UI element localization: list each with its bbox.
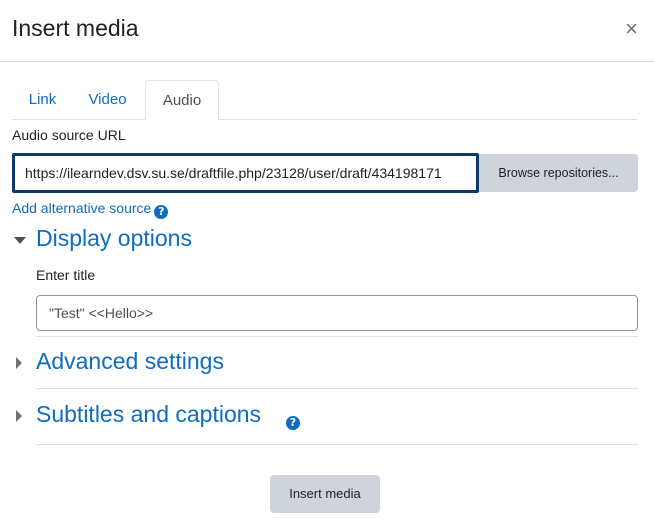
- subtitles-heading: Subtitles and captions: [36, 401, 262, 427]
- enter-title-label: Enter title: [36, 267, 96, 283]
- subtitles-toggle[interactable]: Subtitles and captions: [12, 401, 312, 433]
- browse-repositories-button[interactable]: Browse repositories...: [479, 154, 638, 192]
- caret-down-icon: [14, 237, 26, 244]
- add-alternative-source-label: Add alternative source: [12, 200, 152, 216]
- media-tabs: Link Video Audio: [12, 80, 637, 121]
- insert-media-button[interactable]: Insert media: [270, 475, 380, 513]
- caret-right-icon: [16, 410, 22, 422]
- advanced-settings-toggle[interactable]: Advanced settings: [12, 348, 312, 380]
- add-alternative-source-link[interactable]: Add alternative source?: [12, 200, 169, 219]
- section-divider: [36, 388, 638, 389]
- close-icon[interactable]: ×: [625, 18, 638, 40]
- tab-audio[interactable]: Audio: [145, 80, 219, 121]
- section-divider: [36, 444, 638, 445]
- display-options-toggle[interactable]: Display options: [12, 225, 312, 257]
- dialog-header: Insert media ×: [0, 0, 654, 62]
- dialog-title: Insert media: [12, 15, 139, 41]
- help-icon[interactable]: ?: [154, 205, 169, 219]
- display-options-heading: Display options: [36, 225, 192, 251]
- title-input[interactable]: "Test" <<Hello>>: [36, 295, 638, 331]
- caret-right-icon: [16, 357, 22, 369]
- tab-link[interactable]: Link: [16, 80, 69, 120]
- audio-source-url-input[interactable]: https://ilearndev.dsv.su.se/draftfile.ph…: [12, 153, 479, 193]
- audio-source-label: Audio source URL: [12, 127, 126, 143]
- advanced-settings-heading: Advanced settings: [36, 348, 224, 374]
- tab-video[interactable]: Video: [76, 80, 139, 120]
- section-divider: [36, 336, 638, 337]
- help-icon[interactable]: ?: [286, 416, 300, 430]
